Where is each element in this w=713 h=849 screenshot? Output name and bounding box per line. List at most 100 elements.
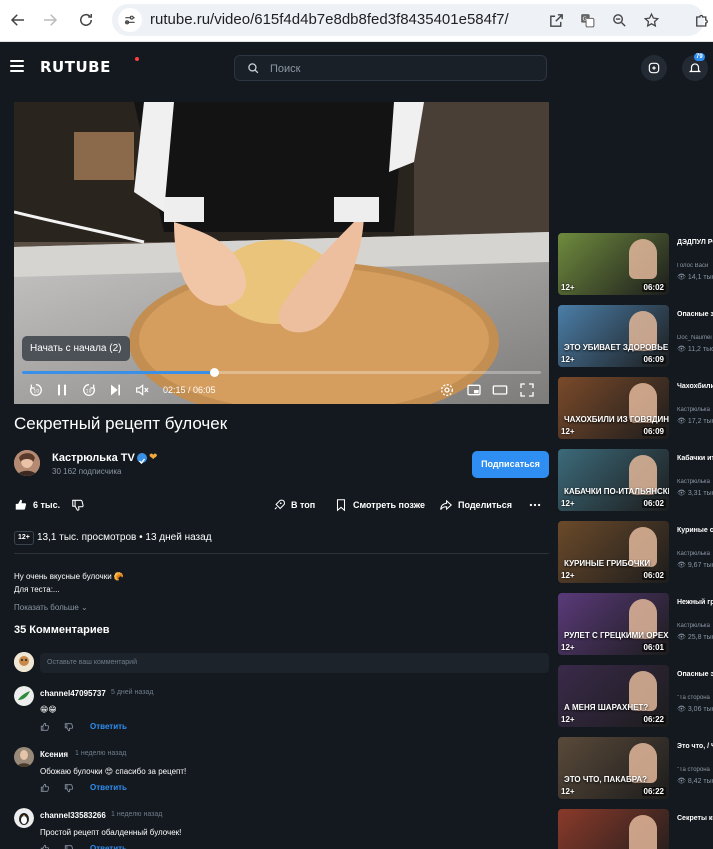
recommendation-title[interactable]: Кабачки итальянс [677,454,713,464]
age-rating-badge: 12+ [561,643,575,652]
rutube-logo[interactable]: RUTUBE [40,58,111,76]
age-rating-badge: 12+ [14,531,34,545]
recommendation-author[interactable]: "Та сторона [677,695,713,701]
comment-author[interactable]: channel33583266 [40,811,106,820]
channel-avatar[interactable] [14,450,40,476]
recommendation-item[interactable]: 12+ 06:02 ДЭДПУЛ РОЛИКАХ Голос Васи 👁 14,1 т… [558,233,713,295]
progress-bar[interactable] [22,368,541,377]
recommendation-author[interactable]: Кастрюлька [677,551,713,557]
recommendation-title[interactable]: Опасные эксперим [677,670,713,680]
search-icon [248,63,259,74]
reply-button[interactable]: Ответить [90,844,127,849]
video-thumbnail[interactable]: КАБАЧКИ ПО-ИТАЛЬЯНСКИ 12+ 06:02 [558,449,669,511]
recommendation-author[interactable]: Кастрюлька [677,479,713,485]
recommendation-item[interactable]: ЭТО УБИВАЕТ ЗДОРОВЬЕ 12+ 06:09 Опасные здор… [558,305,713,367]
comment-input[interactable]: Оставьте ваш комментарий [40,653,549,673]
recommendation-title[interactable]: ДЭДПУЛ РОЛИКАХ [677,238,713,248]
duration-badge: 06:22 [641,715,666,724]
more-options-button[interactable] [528,497,542,513]
thumbnail-caption: ЭТО УБИВАЕТ ЗДОРОВЬЕ [564,343,669,352]
translate-icon[interactable]: G [578,11,596,29]
recommendation-title[interactable]: Опасные здоровья [677,310,713,320]
video-thumbnail[interactable]: ЭТО ЧТО, ПАКАБРА? 12+ 06:22 [558,737,669,799]
skip-next-icon [111,384,120,396]
video-player[interactable]: Начать с начала (2) 10 10 02:15 / 06:05 [14,102,549,404]
url-text[interactable]: rutube.ru/video/615f4d4b7e8db8fed3f84354… [150,11,509,28]
video-thumbnail[interactable]: ЭТО УБИВАЕТ ЗДОРОВЬЕ 12+ 06:09 [558,305,669,367]
recommendation-author[interactable]: Кастрюлька [677,623,713,629]
site-info-icon[interactable] [118,8,142,32]
recommendation-item[interactable]: ЧАХОХБИЛИ ИЗ ГОВЯДИНЫ 12+ 06:09 Чахохбили г… [558,377,713,439]
thumbs-up-icon[interactable] [40,722,50,732]
recommendation-item[interactable]: ЭТО ЧТО, ПАКАБРА? 12+ 06:22 Это что, / Част… [558,737,713,799]
fullscreen-button[interactable] [518,381,536,399]
recommendation-title[interactable]: Чахохбили говядина [677,382,713,392]
thumbs-up-icon[interactable] [40,844,50,849]
thumbs-down-icon[interactable] [64,783,74,793]
menu-icon[interactable] [10,60,24,72]
back-button[interactable] [6,8,30,32]
subscribe-button[interactable]: Подписаться [472,451,549,478]
video-thumbnail[interactable] [558,809,669,849]
show-more-link[interactable]: Показать больше ⌄ [14,603,88,612]
video-thumbnail[interactable]: ЧАХОХБИЛИ ИЗ ГОВЯДИНЫ 12+ 06:09 [558,377,669,439]
reply-button[interactable]: Ответить [90,783,127,792]
resume-tooltip[interactable]: Начать с начала (2) [22,336,130,361]
settings-button[interactable] [438,381,456,399]
recommendation-item[interactable]: КАБАЧКИ ПО-ИТАЛЬЯНСКИ 12+ 06:02 Кабачки ита… [558,449,713,511]
comment-avatar[interactable] [14,686,34,706]
recommendation-item[interactable]: Секреты квашено [558,809,713,849]
like-count: 6 тыс. [33,500,61,510]
extensions-button[interactable] [690,8,713,32]
recommendation-item[interactable]: А МЕНЯ ШАРАХНЕТ? 12+ 06:22 Опасные эксперим… [558,665,713,727]
recommendation-item[interactable]: КУРИНЫЕ ГРИБОЧКИ 12+ 06:02 Куриные с начинк… [558,521,713,583]
thumbs-down-icon[interactable] [64,844,74,849]
comment-avatar[interactable] [14,747,34,767]
video-thumbnail[interactable]: РУЛЕТ С ГРЕЦКИМИ ОРЕХАМИ 12+ 06:01 [558,593,669,655]
watch-later-button[interactable]: Смотреть позже [334,497,425,513]
recommendation-author[interactable]: Кастрюлька [677,407,713,413]
recommendation-title[interactable]: Секреты квашено [677,814,713,824]
comment-author[interactable]: Ксения [40,750,68,759]
video-thumbnail[interactable]: КУРИНЫЕ ГРИБОЧКИ 12+ 06:02 [558,521,669,583]
reply-button[interactable]: Ответить [90,722,127,731]
thumbs-down-icon[interactable] [64,722,74,732]
thumbs-up-icon[interactable] [40,783,50,793]
recommendation-title[interactable]: Куриные с начинк [677,526,713,536]
recommendation-title[interactable]: Это что, / Часть 2 [677,742,713,752]
bookmark-star-icon[interactable] [642,11,660,29]
video-thumbnail[interactable]: А МЕНЯ ШАРАХНЕТ? 12+ 06:22 [558,665,669,727]
duration-badge: 06:02 [641,499,666,508]
rewind-10-button[interactable]: 10 [27,381,45,399]
reload-button[interactable] [74,8,98,32]
channel-name[interactable]: Кастрюлька TV [52,452,135,464]
dislike-button[interactable] [71,497,85,513]
like-button[interactable]: 6 тыс. [14,497,60,513]
video-thumbnail[interactable]: 12+ 06:02 [558,233,669,295]
notifications-button[interactable]: 79 [682,53,708,81]
miniplayer-button[interactable] [465,381,483,399]
search-input[interactable]: Поиск [234,55,547,81]
comment-author[interactable]: channel47095737 [40,689,106,698]
open-external-icon[interactable] [547,11,565,29]
zoom-icon[interactable] [610,11,628,29]
to-top-button[interactable]: В топ [272,497,315,513]
progress-knob[interactable] [210,368,220,377]
share-button[interactable]: Поделиться [439,497,512,513]
recommendation-author[interactable]: Doc_Naumei [677,335,713,341]
recommendation-title[interactable]: Нежный грецким [677,598,713,608]
recommendation-item[interactable]: РУЛЕТ С ГРЕЦКИМИ ОРЕХАМИ 12+ 06:01 Нежный г… [558,593,713,655]
pip-icon [467,384,481,396]
upload-button[interactable] [641,55,667,81]
thumbnail-person [629,239,657,279]
next-button[interactable] [106,381,124,399]
recommendation-author[interactable]: Голос Васи [677,263,713,269]
recommendation-author[interactable]: "Та сторона [677,767,713,773]
pause-button[interactable] [53,381,71,399]
comment-avatar[interactable] [14,808,34,828]
forward-10-button[interactable]: 10 [80,381,98,399]
address-bar[interactable]: rutube.ru/video/615f4d4b7e8db8fed3f84354… [112,4,704,36]
theater-mode-button[interactable] [491,381,509,399]
mute-button[interactable] [133,381,151,399]
forward-button[interactable] [38,8,62,32]
